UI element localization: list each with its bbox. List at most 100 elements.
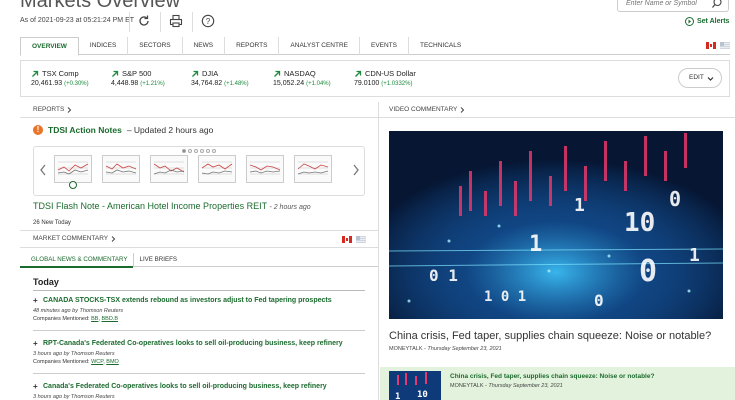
ticker-value: 79.0100 [354, 80, 380, 87]
report-chart-icon [201, 161, 233, 175]
carousel-dot[interactable] [182, 149, 186, 153]
ticker-value: 20,461.93 [31, 80, 63, 87]
svg-text:1: 1 [574, 195, 585, 216]
report-thumbnail[interactable] [150, 155, 188, 183]
ticker-cdn-usd[interactable]: CDN-US Dollar 79.0100 (+1.0332%) [354, 69, 416, 87]
ticker-name: TSX Comp [42, 69, 79, 78]
company-link[interactable]: BB [91, 316, 98, 322]
tab-live-briefs[interactable]: LIVE BRIEFS [132, 253, 182, 266]
news-meta: 3 hours ago by Thomson Reuters [33, 394, 115, 400]
flash-note-link[interactable]: TDSI Flash Note - American Hotel Income … [33, 201, 311, 211]
chevron-left-icon[interactable] [39, 164, 47, 176]
video-commentary-link[interactable]: VIDEO COMMENTARY [389, 106, 465, 113]
refresh-icon[interactable] [137, 14, 151, 28]
carousel-dot[interactable] [200, 149, 204, 153]
divider [160, 12, 161, 32]
arrow-up-icon [274, 70, 281, 77]
edit-label: EDIT [689, 74, 704, 81]
report-thumbnail[interactable] [54, 155, 92, 183]
carousel-dot[interactable] [212, 149, 216, 153]
news-headline[interactable]: RPT-Canada's Federated Co-operatives loo… [43, 340, 343, 347]
tab-sectors[interactable]: SECTORS [128, 37, 183, 55]
tab-events[interactable]: EVENTS [360, 37, 409, 55]
us-flag-icon[interactable] [720, 42, 730, 49]
svg-text:?: ? [206, 17, 211, 26]
video-title[interactable]: China crisis, Fed taper, supplies chain … [389, 330, 711, 342]
market-commentary-label: MARKET COMMENTARY [33, 235, 109, 242]
ticker-djia[interactable]: DJIA 34,764.82 (+1.48%) [191, 69, 249, 87]
commentary-flags [342, 236, 366, 243]
news-companies: Companies Mentioned: BB, BBD.B [33, 316, 119, 322]
flash-note-title: TDSI Flash Note - American Hotel Income … [33, 201, 267, 211]
canada-flag-icon[interactable] [706, 42, 716, 49]
svg-text:10: 10 [417, 390, 428, 400]
as-of-timestamp: As of 2021-09-23 at 05:21:24 PM ET [20, 17, 135, 24]
action-notes-header: ! TDSI Action Notes – Updated 2 hours ag… [33, 125, 213, 135]
company-link[interactable]: WCP [91, 359, 103, 365]
canada-flag-icon[interactable] [342, 236, 352, 243]
report-thumbnail[interactable] [198, 155, 236, 183]
report-chart-icon [153, 161, 185, 175]
report-chart-icon [57, 161, 89, 175]
ticker-name: NASDAQ [284, 69, 316, 78]
tab-technicals[interactable]: TECHNICALS [409, 37, 472, 55]
action-notes-updated: – Updated 2 hours ago [126, 125, 214, 135]
tab-indices[interactable]: INDICES [79, 37, 129, 55]
tab-reports[interactable]: REPORTS [225, 37, 280, 55]
companies-label: Companies Mentioned: [33, 316, 90, 322]
news-headline[interactable]: Canada's Federated Co-operatives looks t… [43, 383, 327, 390]
news-item: + RPT-Canada's Federated Co-operatives lo… [33, 339, 365, 374]
chevron-right-icon[interactable] [352, 164, 360, 176]
market-commentary-link[interactable]: MARKET COMMENTARY [33, 235, 116, 242]
carousel-dot[interactable] [188, 149, 192, 153]
company-link[interactable]: BBD.B [102, 316, 119, 322]
video-list-title[interactable]: China crisis, Fed taper, supplies chain … [450, 373, 654, 380]
expand-icon[interactable]: + [33, 339, 40, 348]
action-notes-title[interactable]: TDSI Action Notes [48, 125, 122, 135]
tab-global-news[interactable]: GLOBAL NEWS & COMMENTARY [20, 253, 133, 268]
divider [20, 230, 378, 231]
report-thumbnail[interactable] [102, 155, 140, 183]
ticker-sp500[interactable]: S&P 500 4,448.98 (+1.21%) [111, 69, 165, 87]
binary-data-image: 10 1 [389, 371, 441, 400]
us-flag-icon[interactable] [356, 236, 366, 243]
reports-section-link[interactable]: REPORTS [33, 106, 72, 113]
ticker-change: (+1.48%) [224, 81, 249, 87]
index-ticker-bar: TSX Comp 20,461.93 (+0.30%) S&P 500 4,44… [20, 60, 730, 97]
divider [192, 12, 193, 32]
company-link[interactable]: BMO [106, 359, 119, 365]
ticker-tsx[interactable]: TSX Comp 20,461.93 (+0.30%) [31, 69, 89, 87]
svg-text:0: 0 [669, 187, 681, 211]
tab-news[interactable]: NEWS [183, 37, 226, 55]
carousel-dot[interactable] [206, 149, 210, 153]
tab-overview[interactable]: OVERVIEW [20, 37, 79, 56]
report-thumbnail[interactable] [246, 155, 284, 183]
video-list-date: - Thursday September 23, 2021 [485, 383, 563, 389]
help-icon[interactable]: ? [201, 14, 215, 28]
search-input[interactable] [618, 0, 708, 11]
carousel-dot[interactable] [194, 149, 198, 153]
expand-icon[interactable]: + [33, 382, 40, 391]
video-thumbnail[interactable]: 10 0 1 1 0 0 1 1 0 1 1 0 [389, 131, 723, 319]
ticker-change: (+1.04%) [306, 81, 331, 87]
search-icon[interactable] [711, 0, 723, 9]
binary-data-image: 10 0 1 1 0 0 1 1 0 1 1 0 [389, 131, 723, 319]
set-alerts-link[interactable]: Set Alerts [685, 17, 729, 26]
video-list-item[interactable]: 10 1 China crisis, Fed taper, supplies ch… [380, 367, 735, 400]
edit-tickers-button[interactable]: EDIT [678, 68, 722, 88]
news-headline[interactable]: CANADA STOCKS-TSX extends rebound as inv… [43, 297, 332, 304]
ticker-value: 34,764.82 [191, 80, 223, 87]
chevron-right-icon [461, 106, 465, 113]
print-icon[interactable] [169, 14, 183, 28]
video-column: VIDEO COMMENTARY 10 0 1 1 0 0 1 1 0 1 1 … [378, 102, 735, 400]
page-title: Markets Overview [20, 0, 181, 12]
commentary-subtabs: GLOBAL NEWS & COMMENTARY LIVE BRIEFS [20, 253, 378, 268]
chevron-right-icon [111, 235, 116, 242]
tab-analyst-centre[interactable]: ANALYST CENTRE [279, 37, 360, 55]
ticker-change: (+0.30%) [64, 81, 89, 87]
reports-label: REPORTS [33, 106, 65, 113]
expand-icon[interactable]: + [33, 296, 40, 305]
ticker-nasdaq[interactable]: NASDAQ 15,052.24 (+1.04%) [273, 69, 331, 87]
play-icon[interactable] [69, 181, 77, 189]
report-thumbnail[interactable] [294, 155, 332, 183]
